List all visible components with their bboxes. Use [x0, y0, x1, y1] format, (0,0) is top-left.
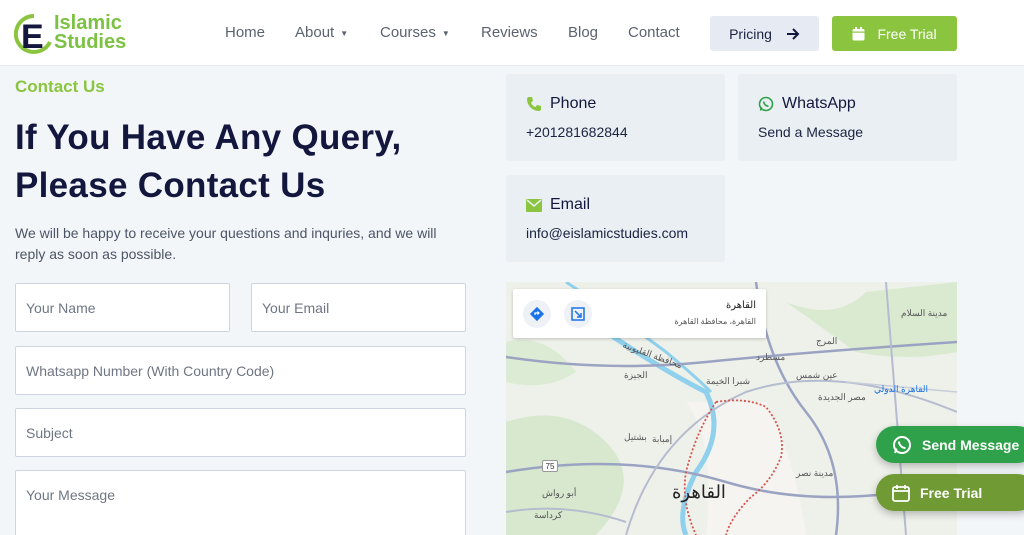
free-trial-button[interactable]: Free Trial — [832, 16, 957, 51]
svg-text:E: E — [21, 18, 44, 56]
phone-card: Phone +201281682844 — [506, 74, 725, 161]
route-badge: 75 — [542, 460, 558, 472]
chevron-down-icon: ▼ — [340, 28, 349, 38]
section-description: We will be happy to receive your questio… — [15, 225, 437, 262]
free-trial-float-label: Free Trial — [920, 484, 983, 501]
free-trial-float-button[interactable]: Free Trial — [876, 474, 1024, 511]
nav-blog[interactable]: Blog — [568, 24, 598, 41]
map-label: مدينة السلام — [901, 308, 948, 318]
email-title: Email — [550, 196, 591, 213]
expand-map-icon[interactable] — [564, 300, 592, 328]
phone-value[interactable]: +201281682844 — [526, 124, 628, 140]
map-label: الجيزة — [624, 370, 648, 380]
send-message-label: Send Message — [922, 436, 1020, 453]
whatsapp-value[interactable]: Send a Message — [758, 124, 863, 140]
map-label: أبو رواش — [542, 488, 577, 498]
name-input[interactable]: Your Name — [15, 283, 230, 332]
arrow-right-icon — [786, 27, 800, 40]
section-eyebrow: Contact Us — [15, 77, 105, 96]
map-label: القاهرة الدولي — [874, 384, 929, 394]
phone-icon — [527, 97, 541, 111]
nav-contact[interactable]: Contact — [628, 24, 680, 41]
map-label: إمبابة — [652, 434, 673, 444]
site-header: E Islamic Studies Home About ▼ Courses ▼ R… — [0, 0, 1024, 66]
message-textarea[interactable]: Your Message — [15, 470, 466, 535]
envelope-icon — [526, 198, 542, 212]
whatsapp-icon — [758, 96, 774, 112]
chevron-down-icon: ▼ — [441, 28, 450, 38]
map-label: مصر الجديدة — [818, 392, 866, 402]
nav-about[interactable]: About ▼ — [295, 24, 348, 41]
send-message-float-button[interactable]: Send Message — [876, 426, 1024, 463]
map-label: كرداسة — [534, 510, 563, 520]
whatsapp-icon — [893, 435, 911, 454]
logo-mark-icon: E — [14, 13, 52, 56]
map-place-title: القاهرة — [726, 300, 756, 311]
map-label: مسطرد — [756, 352, 786, 362]
pricing-label: Pricing — [729, 25, 772, 42]
whatsapp-title: WhatsApp — [782, 95, 856, 112]
nav-reviews[interactable]: Reviews — [481, 24, 538, 41]
page-title: If You Have Any Query, Please Contact Us — [15, 118, 402, 205]
subject-input[interactable]: Subject — [15, 408, 466, 457]
calendar-icon — [892, 484, 910, 502]
nav-home[interactable]: Home — [225, 24, 265, 41]
email-value[interactable]: info@eislamicstudies.com — [526, 225, 688, 241]
free-trial-label: Free Trial — [877, 25, 937, 42]
directions-icon[interactable] — [523, 300, 551, 328]
map-label: مدينة نصر — [796, 468, 834, 478]
map-label: عين شمس — [796, 370, 838, 380]
map-label: شبرا الخيمة — [706, 376, 751, 386]
map-city-label: القاهرة — [672, 482, 726, 502]
brand-logo[interactable]: E Islamic Studies — [14, 12, 144, 56]
brand-name: Islamic Studies — [54, 12, 127, 53]
whatsapp-card: WhatsApp Send a Message — [738, 74, 957, 161]
email-input[interactable]: Your Email — [251, 283, 466, 332]
map-label: بشتيل — [624, 432, 647, 442]
map-label: المرج — [816, 336, 838, 346]
whatsapp-input[interactable]: Whatsapp Number (With Country Code) — [15, 346, 466, 395]
calendar-icon — [852, 26, 865, 40]
phone-title: Phone — [550, 95, 597, 112]
map-place-subtitle: القاهرة، محافظة القاهرة — [674, 317, 756, 326]
pricing-button[interactable]: Pricing — [710, 16, 819, 51]
email-card: Email info@eislamicstudies.com — [506, 175, 725, 262]
nav-courses[interactable]: Courses ▼ — [380, 24, 450, 41]
map-place-card: القاهرة القاهرة، محافظة القاهرة — [513, 289, 766, 338]
